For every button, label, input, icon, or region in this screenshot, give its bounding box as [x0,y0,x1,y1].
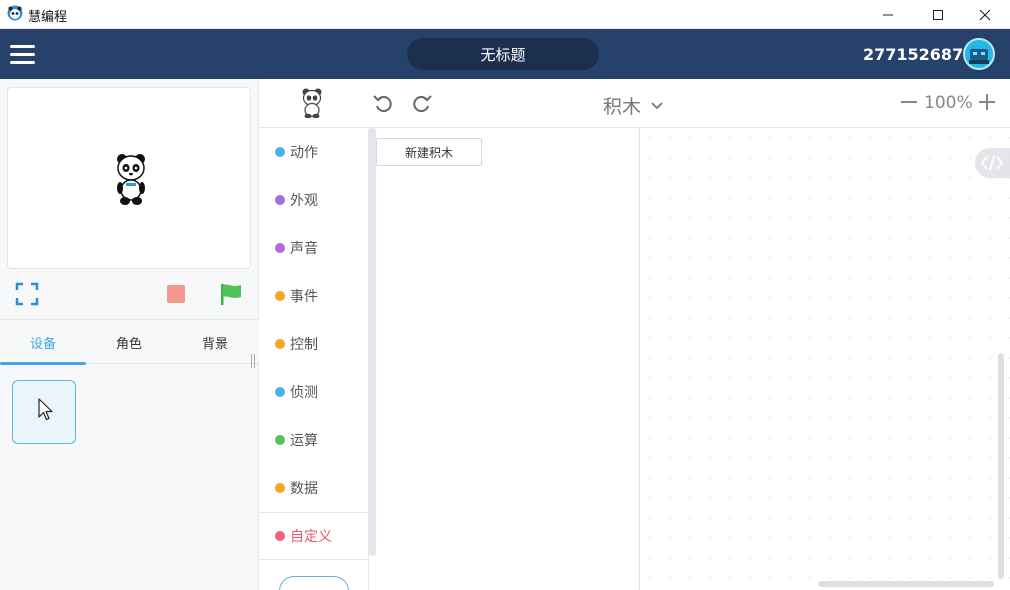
stage-panel: 设备 角色 背景 [0,79,259,590]
category-dot [275,483,285,493]
mode-selector[interactable]: 积木 [603,92,663,119]
tab-backgrounds[interactable]: 背景 [172,320,258,364]
close-icon [979,9,991,20]
category-label: 自定义 [290,529,332,545]
category-sensing[interactable]: 侦测 [259,368,369,416]
category-dot [275,195,285,205]
category-dot [275,243,285,253]
avatar[interactable] [963,38,995,70]
green-flag-icon [221,284,241,305]
category-dot [275,339,285,349]
add-extension-button[interactable] [279,576,349,590]
category-label: 侦测 [290,385,318,401]
chevron-down-icon [651,101,663,109]
category-custom[interactable]: 自定义 [259,512,369,560]
workspace-vertical-scrollbar[interactable] [998,353,1004,579]
app-logo-icon [7,5,23,21]
stop-button[interactable] [167,285,185,303]
category-dot [275,435,285,445]
user-id[interactable]: 277152687 [863,45,963,64]
redo-icon[interactable] [412,94,432,112]
category-dot [275,387,285,397]
maximize-button[interactable] [915,0,961,29]
robot-avatar-icon [969,49,989,64]
category-data[interactable]: 数据 [259,464,369,512]
close-button[interactable] [962,0,1008,29]
cursor-icon [38,398,53,421]
category-events[interactable]: 事件 [259,272,369,320]
new-block-button[interactable]: 新建积木 [376,138,482,166]
green-flag-button[interactable] [219,282,243,306]
stage-canvas[interactable] [7,87,251,269]
block-flyout: 新建积木 [376,128,640,590]
script-workspace[interactable] [640,128,1010,590]
app-header: 无标题 277152687 [0,29,1010,79]
category-label: 数据 [290,481,318,497]
category-label: 外观 [290,193,318,209]
category-dot [275,147,285,157]
category-label: 运算 [290,433,318,449]
category-looks[interactable]: 外观 [259,176,369,224]
zoom-level: 100% [924,93,973,113]
workspace-horizontal-scrollbar[interactable] [818,581,994,587]
project-title[interactable]: 无标题 [407,38,599,70]
menu-icon-bar [10,53,35,56]
panda-sprite-icon[interactable] [301,88,323,118]
category-sound[interactable]: 声音 [259,224,369,272]
zoom-out-icon[interactable] [900,91,918,113]
device-card[interactable] [12,380,76,444]
undo-icon[interactable] [373,94,393,112]
window-title: 慧编程 [28,10,68,25]
menu-button[interactable] [10,43,36,65]
category-dot [275,531,285,541]
editor-toolbar: 积木 100% [259,79,1010,128]
stage-tabs: 设备 角色 背景 [0,319,259,365]
zoom-in-icon[interactable] [977,91,997,113]
tab-devices[interactable]: 设备 [0,320,86,365]
category-operators[interactable]: 运算 [259,416,369,464]
resize-handle[interactable] [250,354,256,368]
minimize-icon [883,14,893,15]
maximize-icon [933,9,943,20]
code-view-toggle[interactable] [975,148,1010,178]
category-label: 事件 [290,289,318,305]
minimize-button[interactable] [865,0,911,29]
categories-scrollbar[interactable] [369,128,376,556]
block-categories: 动作 外观 声音 事件 控制 侦测 运算 数据 自定义 [259,128,369,590]
tab-sprites[interactable]: 角色 [86,320,172,364]
window-title-bar: 慧编程 [0,0,1010,29]
menu-icon [10,45,35,48]
mode-label: 积木 [603,96,642,118]
category-control[interactable]: 控制 [259,320,369,368]
fullscreen-icon [15,282,39,306]
category-label: 动作 [290,145,318,161]
category-label: 控制 [290,337,318,353]
category-dot [275,291,285,301]
panda-sprite-icon[interactable] [115,153,147,207]
code-icon [980,155,1004,171]
category-label: 声音 [290,241,318,257]
category-motion[interactable]: 动作 [259,128,369,176]
menu-icon-bar [10,61,35,64]
fullscreen-button[interactable] [15,282,39,306]
